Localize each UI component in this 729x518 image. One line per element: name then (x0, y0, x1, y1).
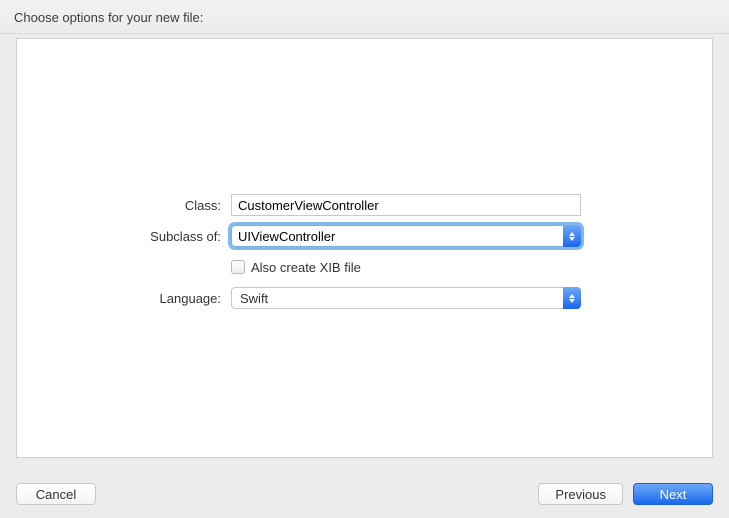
xib-checkbox-label: Also create XIB file (251, 260, 361, 275)
subclass-combo[interactable] (231, 225, 581, 247)
language-dropdown-button[interactable] (563, 287, 581, 309)
subclass-dropdown-button[interactable] (563, 225, 581, 247)
next-button[interactable]: Next (633, 483, 713, 505)
dialog-footer: Cancel Previous Next (0, 470, 729, 518)
subclass-input[interactable] (231, 225, 563, 247)
chevron-up-icon (569, 294, 575, 298)
previous-button[interactable]: Previous (538, 483, 623, 505)
dialog-header: Choose options for your new file: (0, 0, 729, 34)
xib-row: Also create XIB file (17, 256, 712, 278)
cancel-button[interactable]: Cancel (16, 483, 96, 505)
language-row: Language: Swift (17, 287, 712, 309)
chevron-down-icon (569, 237, 575, 241)
content-panel: Class: Subclass of: (16, 38, 713, 458)
dialog-title: Choose options for your new file: (14, 10, 203, 25)
subclass-row: Subclass of: (17, 225, 712, 247)
chevron-down-icon (569, 299, 575, 303)
language-value: Swift (240, 291, 268, 306)
chevron-up-icon (569, 232, 575, 236)
language-select[interactable]: Swift (231, 287, 581, 309)
xib-checkbox-wrap[interactable]: Also create XIB file (231, 256, 581, 278)
class-row: Class: (17, 194, 712, 216)
class-label: Class: (17, 198, 231, 213)
language-label: Language: (17, 291, 231, 306)
class-input[interactable] (231, 194, 581, 216)
subclass-label: Subclass of: (17, 229, 231, 244)
xib-checkbox[interactable] (231, 260, 245, 274)
options-form: Class: Subclass of: (17, 194, 712, 318)
